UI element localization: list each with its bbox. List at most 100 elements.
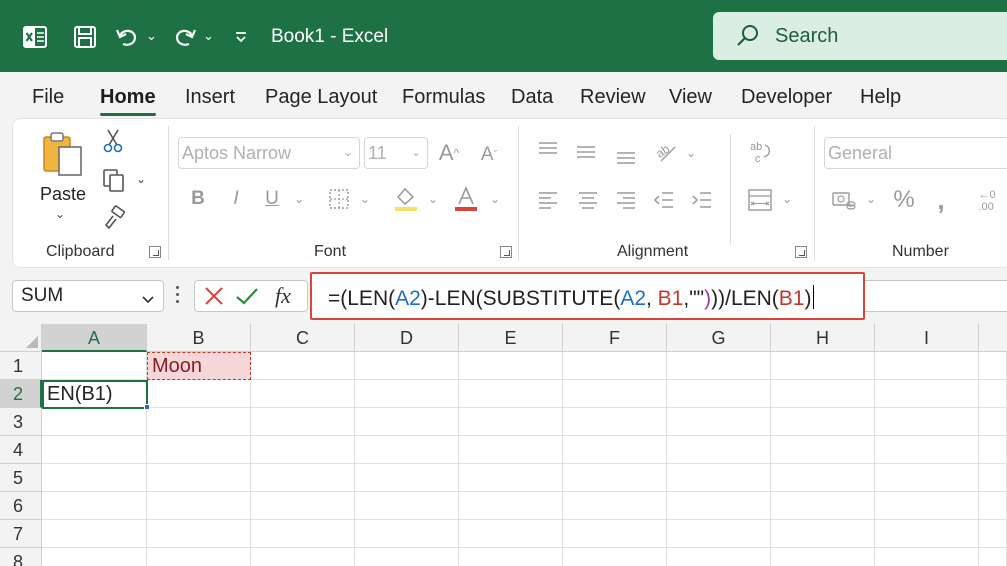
cell-g1[interactable] — [667, 352, 771, 380]
align-right-icon[interactable] — [614, 188, 638, 212]
merge-center-icon[interactable] — [746, 186, 774, 214]
column-header-f[interactable]: F — [563, 324, 667, 352]
cell-b7[interactable] — [147, 520, 251, 548]
cell-h6[interactable] — [771, 492, 875, 520]
cell-c4[interactable] — [251, 436, 355, 464]
tab-review[interactable]: Review — [580, 86, 646, 109]
column-header-h[interactable]: H — [771, 324, 875, 352]
decrease-font-size-icon[interactable]: Aˇ — [476, 142, 502, 168]
tab-file[interactable]: File — [32, 86, 64, 109]
bold-icon[interactable]: B — [186, 186, 210, 212]
clipboard-launcher-icon[interactable] — [149, 246, 161, 258]
cell-d6[interactable] — [355, 492, 459, 520]
cell-d7[interactable] — [355, 520, 459, 548]
fill-color-icon[interactable] — [392, 184, 420, 214]
cell-f4[interactable] — [563, 436, 667, 464]
cell-a1[interactable] — [42, 352, 147, 380]
align-bottom-icon[interactable] — [614, 144, 638, 168]
borders-icon[interactable] — [326, 186, 352, 212]
cell-e5[interactable] — [459, 464, 563, 492]
orientation-icon[interactable]: ab — [652, 138, 680, 166]
cell-c6[interactable] — [251, 492, 355, 520]
cell-b1[interactable]: Moon — [147, 352, 251, 380]
cell-i2[interactable] — [875, 380, 979, 408]
search-box[interactable]: Search — [713, 12, 1007, 60]
copy-icon[interactable] — [100, 166, 128, 194]
cell-b6[interactable] — [147, 492, 251, 520]
cell-f8[interactable] — [563, 548, 667, 566]
redo-dropdown-chevron-icon[interactable]: ⌄ — [203, 28, 214, 44]
cell-d1[interactable] — [355, 352, 459, 380]
cell-e8[interactable] — [459, 548, 563, 566]
cell-x3[interactable] — [979, 408, 1007, 436]
cell-i4[interactable] — [875, 436, 979, 464]
copy-dropdown-chevron-icon[interactable]: ⌄ — [134, 172, 148, 186]
cell-a8[interactable] — [42, 548, 147, 566]
row-header-2[interactable]: 2 — [0, 380, 42, 408]
cell-h8[interactable] — [771, 548, 875, 566]
cell-e4[interactable] — [459, 436, 563, 464]
cell-x8[interactable] — [979, 548, 1007, 566]
cell-a3[interactable] — [42, 408, 147, 436]
column-header-e[interactable]: E — [459, 324, 563, 352]
align-left-icon[interactable] — [536, 188, 560, 212]
cell-b5[interactable] — [147, 464, 251, 492]
accounting-format-icon[interactable] — [830, 186, 858, 214]
cell-f3[interactable] — [563, 408, 667, 436]
cell-f7[interactable] — [563, 520, 667, 548]
save-icon[interactable] — [70, 22, 100, 52]
name-box[interactable]: SUM — [12, 280, 164, 312]
alignment-launcher-icon[interactable] — [795, 246, 807, 258]
cell-x5[interactable] — [979, 464, 1007, 492]
increase-decimal-icon[interactable]: ←0.00 — [972, 186, 1002, 216]
cell-i6[interactable] — [875, 492, 979, 520]
decrease-indent-icon[interactable] — [652, 188, 676, 212]
cell-g7[interactable] — [667, 520, 771, 548]
font-size-dropdown[interactable]: 11 ⌄ — [364, 137, 428, 169]
percent-style-icon[interactable]: % — [890, 186, 918, 214]
undo-dropdown-chevron-icon[interactable]: ⌄ — [146, 28, 157, 44]
fill-color-dropdown-chevron-icon[interactable]: ⌄ — [426, 192, 440, 206]
cell-g5[interactable] — [667, 464, 771, 492]
underline-dropdown-chevron-icon[interactable]: ⌄ — [292, 192, 306, 206]
cell-c7[interactable] — [251, 520, 355, 548]
more-options-icon[interactable] — [176, 286, 180, 306]
formula-input[interactable]: =(LEN(A2)-LEN(SUBSTITUTE(A2, B1,"")))/LE… — [310, 272, 865, 320]
cell-h1[interactable] — [771, 352, 875, 380]
cell-a5[interactable] — [42, 464, 147, 492]
cell-g3[interactable] — [667, 408, 771, 436]
wrap-text-icon[interactable]: ab c — [746, 138, 774, 166]
cell-g8[interactable] — [667, 548, 771, 566]
paste-icon[interactable] — [38, 128, 90, 180]
underline-icon[interactable]: U — [260, 186, 284, 212]
italic-icon[interactable]: I — [224, 186, 248, 212]
cell-e7[interactable] — [459, 520, 563, 548]
cell-i1[interactable] — [875, 352, 979, 380]
cut-icon[interactable] — [100, 128, 126, 154]
cell-h4[interactable] — [771, 436, 875, 464]
cancel-icon[interactable] — [203, 285, 225, 312]
cell-c3[interactable] — [251, 408, 355, 436]
cell-a4[interactable] — [42, 436, 147, 464]
cell-f1[interactable] — [563, 352, 667, 380]
cell-g6[interactable] — [667, 492, 771, 520]
column-header-a[interactable]: A — [42, 324, 147, 352]
comma-style-icon[interactable]: , — [930, 185, 952, 215]
cell-i7[interactable] — [875, 520, 979, 548]
tab-help[interactable]: Help — [860, 86, 901, 109]
font-launcher-icon[interactable] — [500, 246, 512, 258]
cell-a6[interactable] — [42, 492, 147, 520]
cell-d4[interactable] — [355, 436, 459, 464]
format-painter-icon[interactable] — [100, 204, 128, 232]
cell-b4[interactable] — [147, 436, 251, 464]
font-name-dropdown[interactable]: Aptos Narrow ⌄ — [178, 137, 360, 169]
align-top-icon[interactable] — [536, 138, 560, 162]
column-header-i[interactable]: I — [875, 324, 979, 352]
row-header-6[interactable]: 6 — [0, 492, 42, 520]
cell-d8[interactable] — [355, 548, 459, 566]
cell-b8[interactable] — [147, 548, 251, 566]
cell-c8[interactable] — [251, 548, 355, 566]
tab-home[interactable]: Home — [100, 86, 156, 109]
increase-indent-icon[interactable] — [690, 188, 714, 212]
cell-x1[interactable] — [979, 352, 1007, 380]
